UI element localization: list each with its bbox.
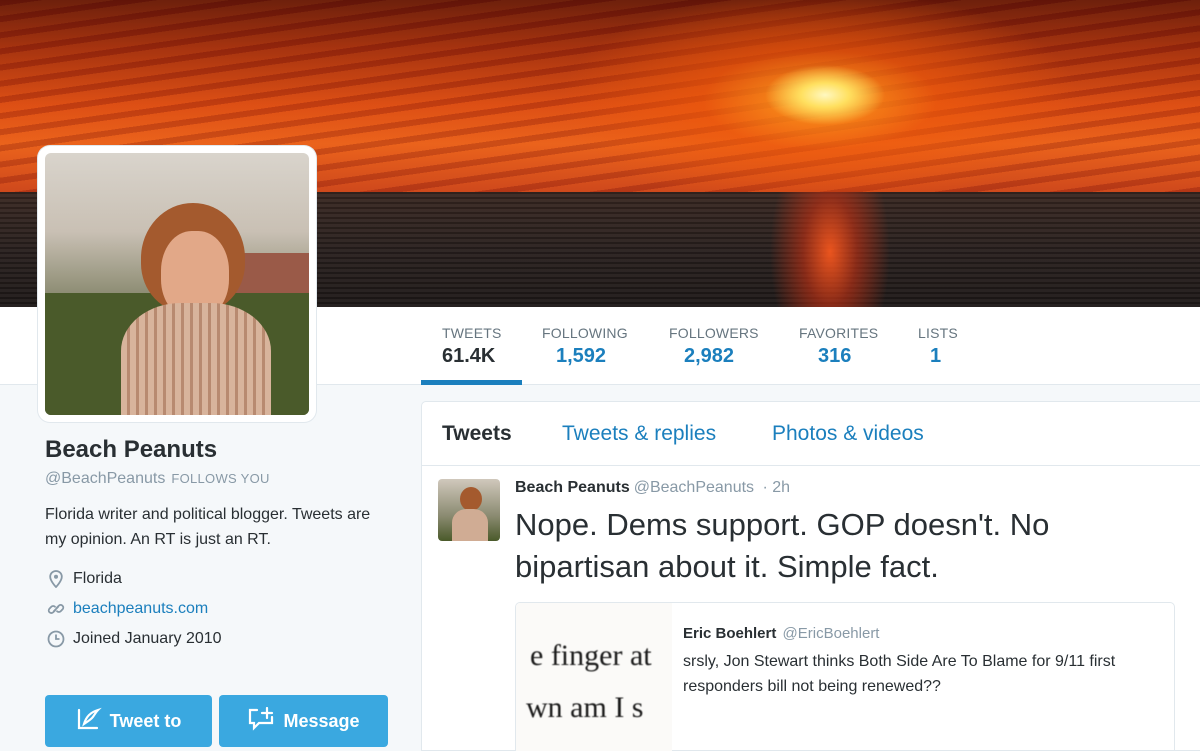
- quoted-tweet[interactable]: e finger at wn am I s Eric Boehlert @Eri…: [515, 602, 1175, 751]
- stat-value: 1: [930, 345, 942, 367]
- stat-following[interactable]: FOLLOWING 1,592: [542, 325, 628, 368]
- profile-handle-row: @BeachPeanuts FOLLOWS YOU: [45, 470, 395, 488]
- tweet-to-button[interactable]: Tweet to: [45, 695, 212, 747]
- tweet-author-handle[interactable]: @BeachPeanuts: [634, 479, 754, 496]
- avatar-photo: [45, 153, 309, 415]
- stat-value: 316: [818, 345, 852, 367]
- quoted-tweet-image[interactable]: e finger at wn am I s: [516, 603, 672, 751]
- profile-card: Beach Peanuts @BeachPeanuts FOLLOWS YOU F…: [45, 436, 395, 654]
- tweet-avatar[interactable]: [438, 479, 500, 541]
- active-stat-indicator: [421, 380, 522, 385]
- quoted-image-text-line: e finger at: [530, 639, 652, 672]
- tweet-header: Beach Peanuts @BeachPeanuts · 2h: [515, 479, 790, 497]
- stat-value: 1,592: [556, 345, 607, 367]
- clock-icon: [45, 630, 67, 648]
- stat-label: FOLLOWERS: [669, 325, 759, 341]
- tab-tweets-replies[interactable]: Tweets & replies: [562, 422, 716, 446]
- message-label: Message: [283, 710, 360, 731]
- stat-followers[interactable]: FOLLOWERS 2,982: [669, 325, 759, 368]
- stat-value: 61.4K: [442, 345, 496, 367]
- timeline: Tweets Tweets & replies Photos & videos …: [421, 401, 1200, 751]
- profile-bio: Florida writer and political blogger. Tw…: [45, 506, 371, 548]
- profile-name[interactable]: Beach Peanuts: [45, 436, 395, 464]
- tweet-text: Nope. Dems support. GOP doesn't. No bipa…: [515, 507, 1050, 584]
- message-plus-icon: [247, 706, 275, 736]
- stat-lists[interactable]: LISTS 1: [918, 325, 958, 368]
- stat-value: 2,982: [684, 345, 735, 367]
- quoted-tweet-text: srsly, Jon Stewart thinks Both Side Are …: [683, 653, 1116, 695]
- stat-tweets[interactable]: TWEETS 61.4K: [442, 325, 502, 368]
- website-link[interactable]: beachpeanuts.com: [73, 600, 208, 618]
- timeline-tabs: Tweets Tweets & replies Photos & videos: [422, 402, 1200, 466]
- tab-photos-videos[interactable]: Photos & videos: [772, 422, 924, 446]
- profile-joined: Joined January 2010: [45, 624, 395, 654]
- profile-meta: Florida beachpeanuts.com Joined January …: [45, 564, 395, 654]
- stat-label: TWEETS: [442, 325, 502, 341]
- profile-website: beachpeanuts.com: [45, 594, 395, 624]
- follows-you-badge: FOLLOWS YOU: [171, 471, 270, 486]
- location-text: Florida: [73, 570, 122, 587]
- tweet-to-label: Tweet to: [109, 710, 182, 731]
- stat-favorites[interactable]: FAVORITES 316: [799, 325, 878, 368]
- quoted-author-name: Eric Boehlert: [683, 625, 777, 642]
- stat-label: FOLLOWING: [542, 325, 628, 341]
- quoted-author-handle: @EricBoehlert: [782, 625, 880, 642]
- link-icon: [45, 600, 67, 618]
- tab-tweets[interactable]: Tweets: [442, 422, 512, 446]
- tweet-author-name[interactable]: Beach Peanuts: [515, 479, 630, 496]
- compose-icon: [76, 707, 102, 736]
- message-button[interactable]: Message: [219, 695, 388, 747]
- quoted-image-text-line: wn am I s: [526, 691, 644, 724]
- stat-label: FAVORITES: [799, 325, 879, 341]
- joined-text: Joined January 2010: [73, 630, 222, 647]
- tweet-timestamp[interactable]: · 2h: [763, 479, 791, 496]
- quoted-tweet-header: Eric Boehlert @EricBoehlert: [683, 625, 879, 642]
- profile-location: Florida: [45, 564, 395, 594]
- map-pin-icon: [45, 570, 67, 588]
- profile-avatar[interactable]: [38, 146, 316, 422]
- stat-label: LISTS: [918, 325, 958, 341]
- profile-handle[interactable]: @BeachPeanuts: [45, 470, 165, 487]
